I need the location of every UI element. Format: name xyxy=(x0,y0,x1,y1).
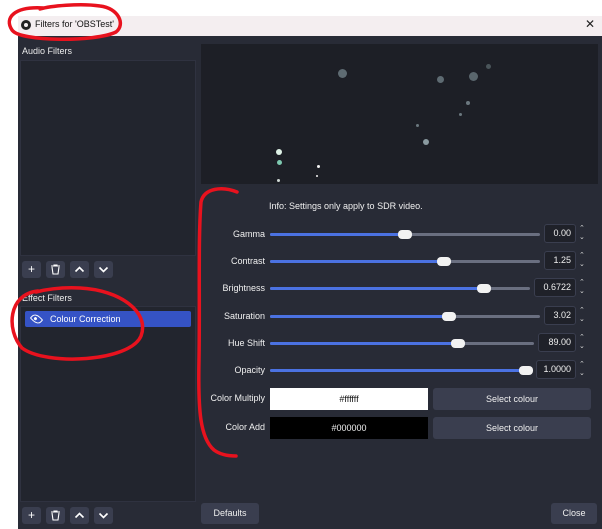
annotation-circle-effect-filters xyxy=(10,286,145,361)
annotation-circle-title xyxy=(7,3,122,42)
annotation-bracket-properties xyxy=(197,187,239,458)
red-annotation-overlay xyxy=(7,3,239,458)
